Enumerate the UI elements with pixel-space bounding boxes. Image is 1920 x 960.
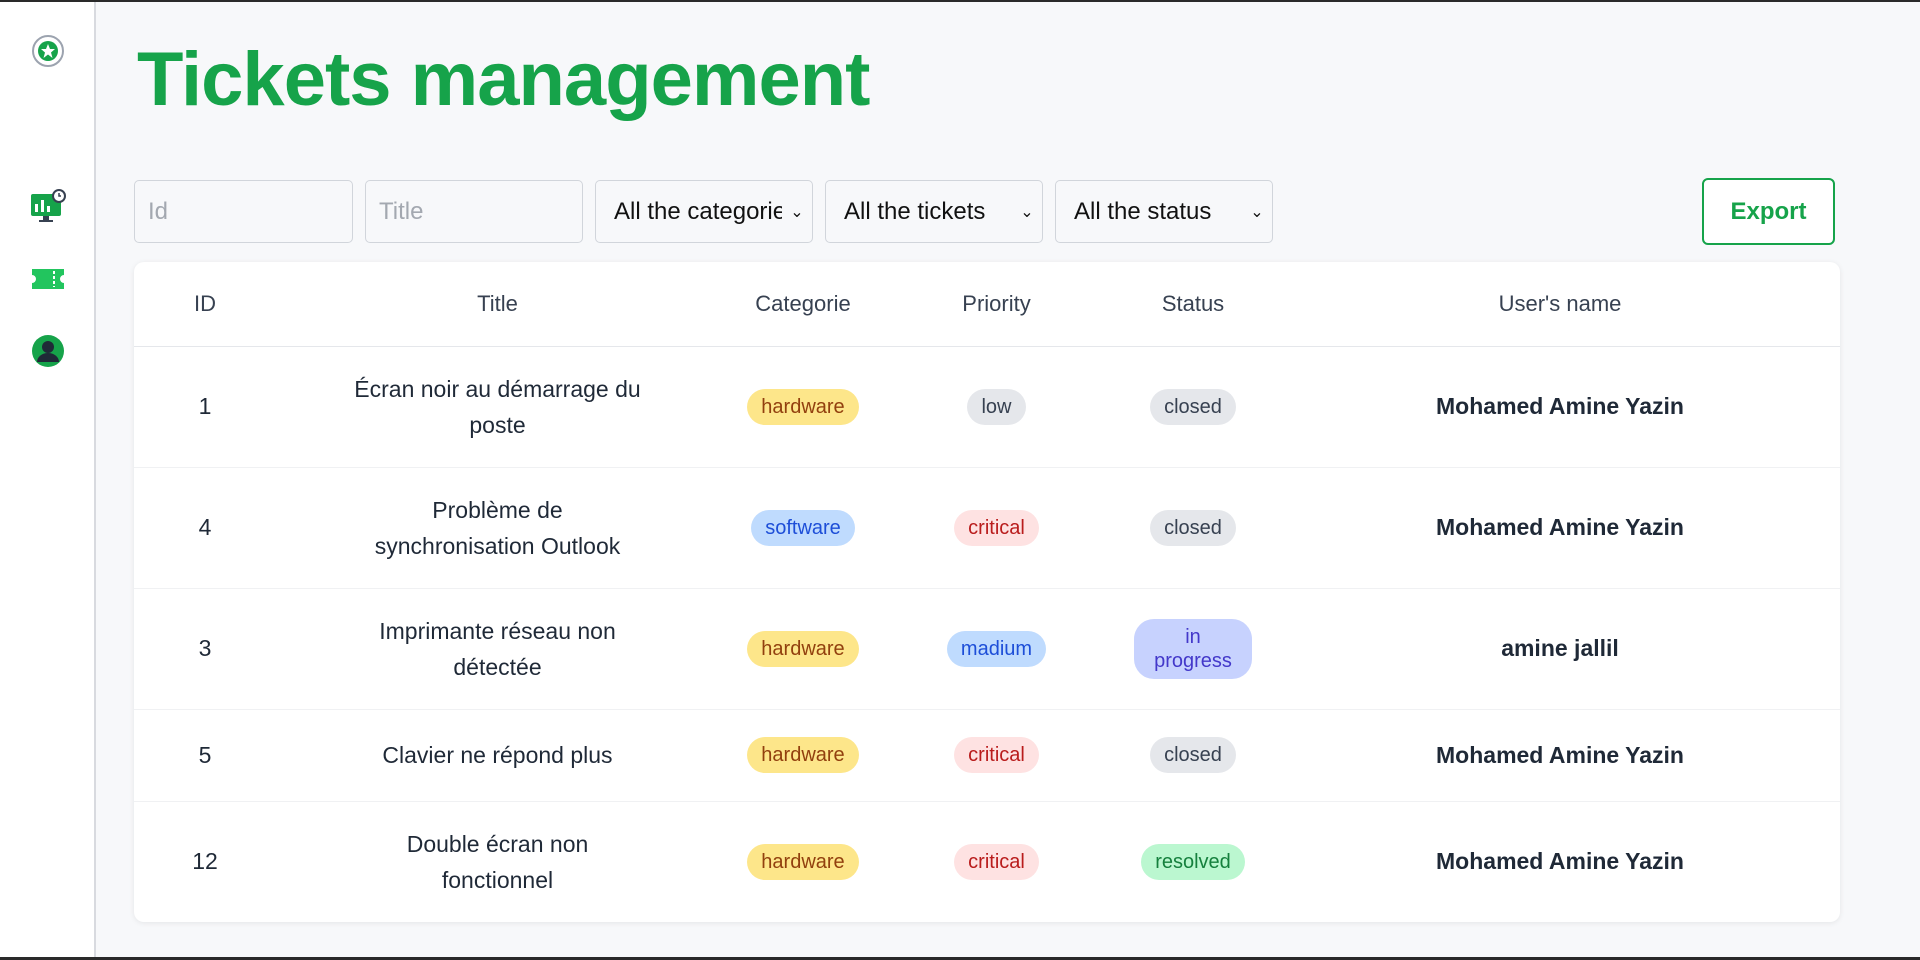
priority-badge: critical	[954, 843, 1039, 880]
ticket-id: 4	[134, 467, 276, 589]
status-badge: resolved	[1141, 843, 1245, 880]
emblem-icon[interactable]	[29, 32, 67, 70]
title-filter-input[interactable]	[365, 180, 583, 243]
ticket-title: Imprimante réseau non détectée	[379, 617, 616, 680]
user-profile-icon[interactable]	[29, 332, 67, 370]
table-header-row: ID Title Categorie Priority Status User'…	[134, 262, 1840, 347]
priority-badge: critical	[954, 737, 1039, 773]
tickets-table: ID Title Categorie Priority Status User'…	[134, 262, 1840, 922]
sidebar	[0, 2, 96, 957]
category-badge: hardware	[747, 843, 859, 880]
ticket-title: Problème de synchronisation Outlook	[374, 496, 621, 559]
ticket-id: 5	[134, 709, 276, 802]
ticket-title: Double écran non fonctionnel	[406, 830, 589, 893]
table-row[interactable]: 1 Écran noir au démarrage du poste hardw…	[134, 346, 1840, 468]
column-header-status[interactable]: Status	[1106, 262, 1280, 347]
dashboard-monitor-icon[interactable]	[29, 188, 67, 226]
id-filter-input[interactable]	[134, 180, 353, 243]
status-select-value: All the status	[1074, 197, 1212, 225]
column-header-priority[interactable]: Priority	[887, 262, 1106, 347]
ticket-title: Clavier ne répond plus	[382, 742, 613, 768]
status-select[interactable]: All the status ⌄	[1055, 180, 1273, 243]
priority-badge: madium	[946, 630, 1047, 667]
status-badge: in progress	[1134, 618, 1252, 679]
ticket-title: Écran noir au démarrage du poste	[354, 375, 641, 438]
category-badge: hardware	[747, 630, 859, 667]
column-header-id[interactable]: ID	[134, 262, 276, 347]
category-badge: hardware	[747, 737, 859, 773]
status-badge: closed	[1150, 737, 1236, 773]
chevron-down-icon: ⌄	[790, 203, 804, 221]
chevron-down-icon: ⌄	[1250, 203, 1264, 221]
main-content: Tickets management All the categories ⌄ …	[96, 2, 1920, 957]
ticket-id: 1	[134, 346, 276, 468]
category-badge: hardware	[747, 388, 859, 425]
tickets-select-value: All the tickets	[844, 197, 986, 225]
priority-badge: critical	[954, 509, 1039, 546]
user-name: Mohamed Amine Yazin	[1280, 346, 1840, 468]
chevron-down-icon: ⌄	[1020, 203, 1034, 221]
category-select[interactable]: All the categories ⌄	[595, 180, 813, 243]
ticket-id: 12	[134, 801, 276, 922]
status-badge: closed	[1150, 388, 1236, 425]
export-button[interactable]: Export	[1702, 178, 1835, 245]
table-row[interactable]: 4 Problème de synchronisation Outlook so…	[134, 467, 1840, 589]
table-row[interactable]: 12 Double écran non fonctionnel hardware…	[134, 801, 1840, 922]
category-badge: software	[751, 509, 855, 546]
user-name: Mohamed Amine Yazin	[1280, 467, 1840, 589]
table-row[interactable]: 5 Clavier ne répond plus hardware critic…	[134, 709, 1840, 802]
ticket-id: 3	[134, 588, 276, 710]
status-badge: closed	[1150, 509, 1236, 546]
tickets-select[interactable]: All the tickets ⌄	[825, 180, 1043, 243]
table-row[interactable]: 3 Imprimante réseau non détectée hardwar…	[134, 588, 1840, 710]
ticket-icon[interactable]	[29, 260, 67, 298]
user-name: Mohamed Amine Yazin	[1280, 801, 1840, 922]
priority-badge: low	[967, 388, 1026, 425]
user-name: Mohamed Amine Yazin	[1280, 709, 1840, 802]
page-title: Tickets management	[137, 37, 870, 122]
user-name: amine jallil	[1280, 588, 1840, 710]
column-header-user[interactable]: User's name	[1280, 262, 1840, 347]
column-header-category[interactable]: Categorie	[719, 262, 887, 347]
column-header-title[interactable]: Title	[276, 262, 719, 347]
category-select-value: All the categories	[614, 197, 782, 225]
